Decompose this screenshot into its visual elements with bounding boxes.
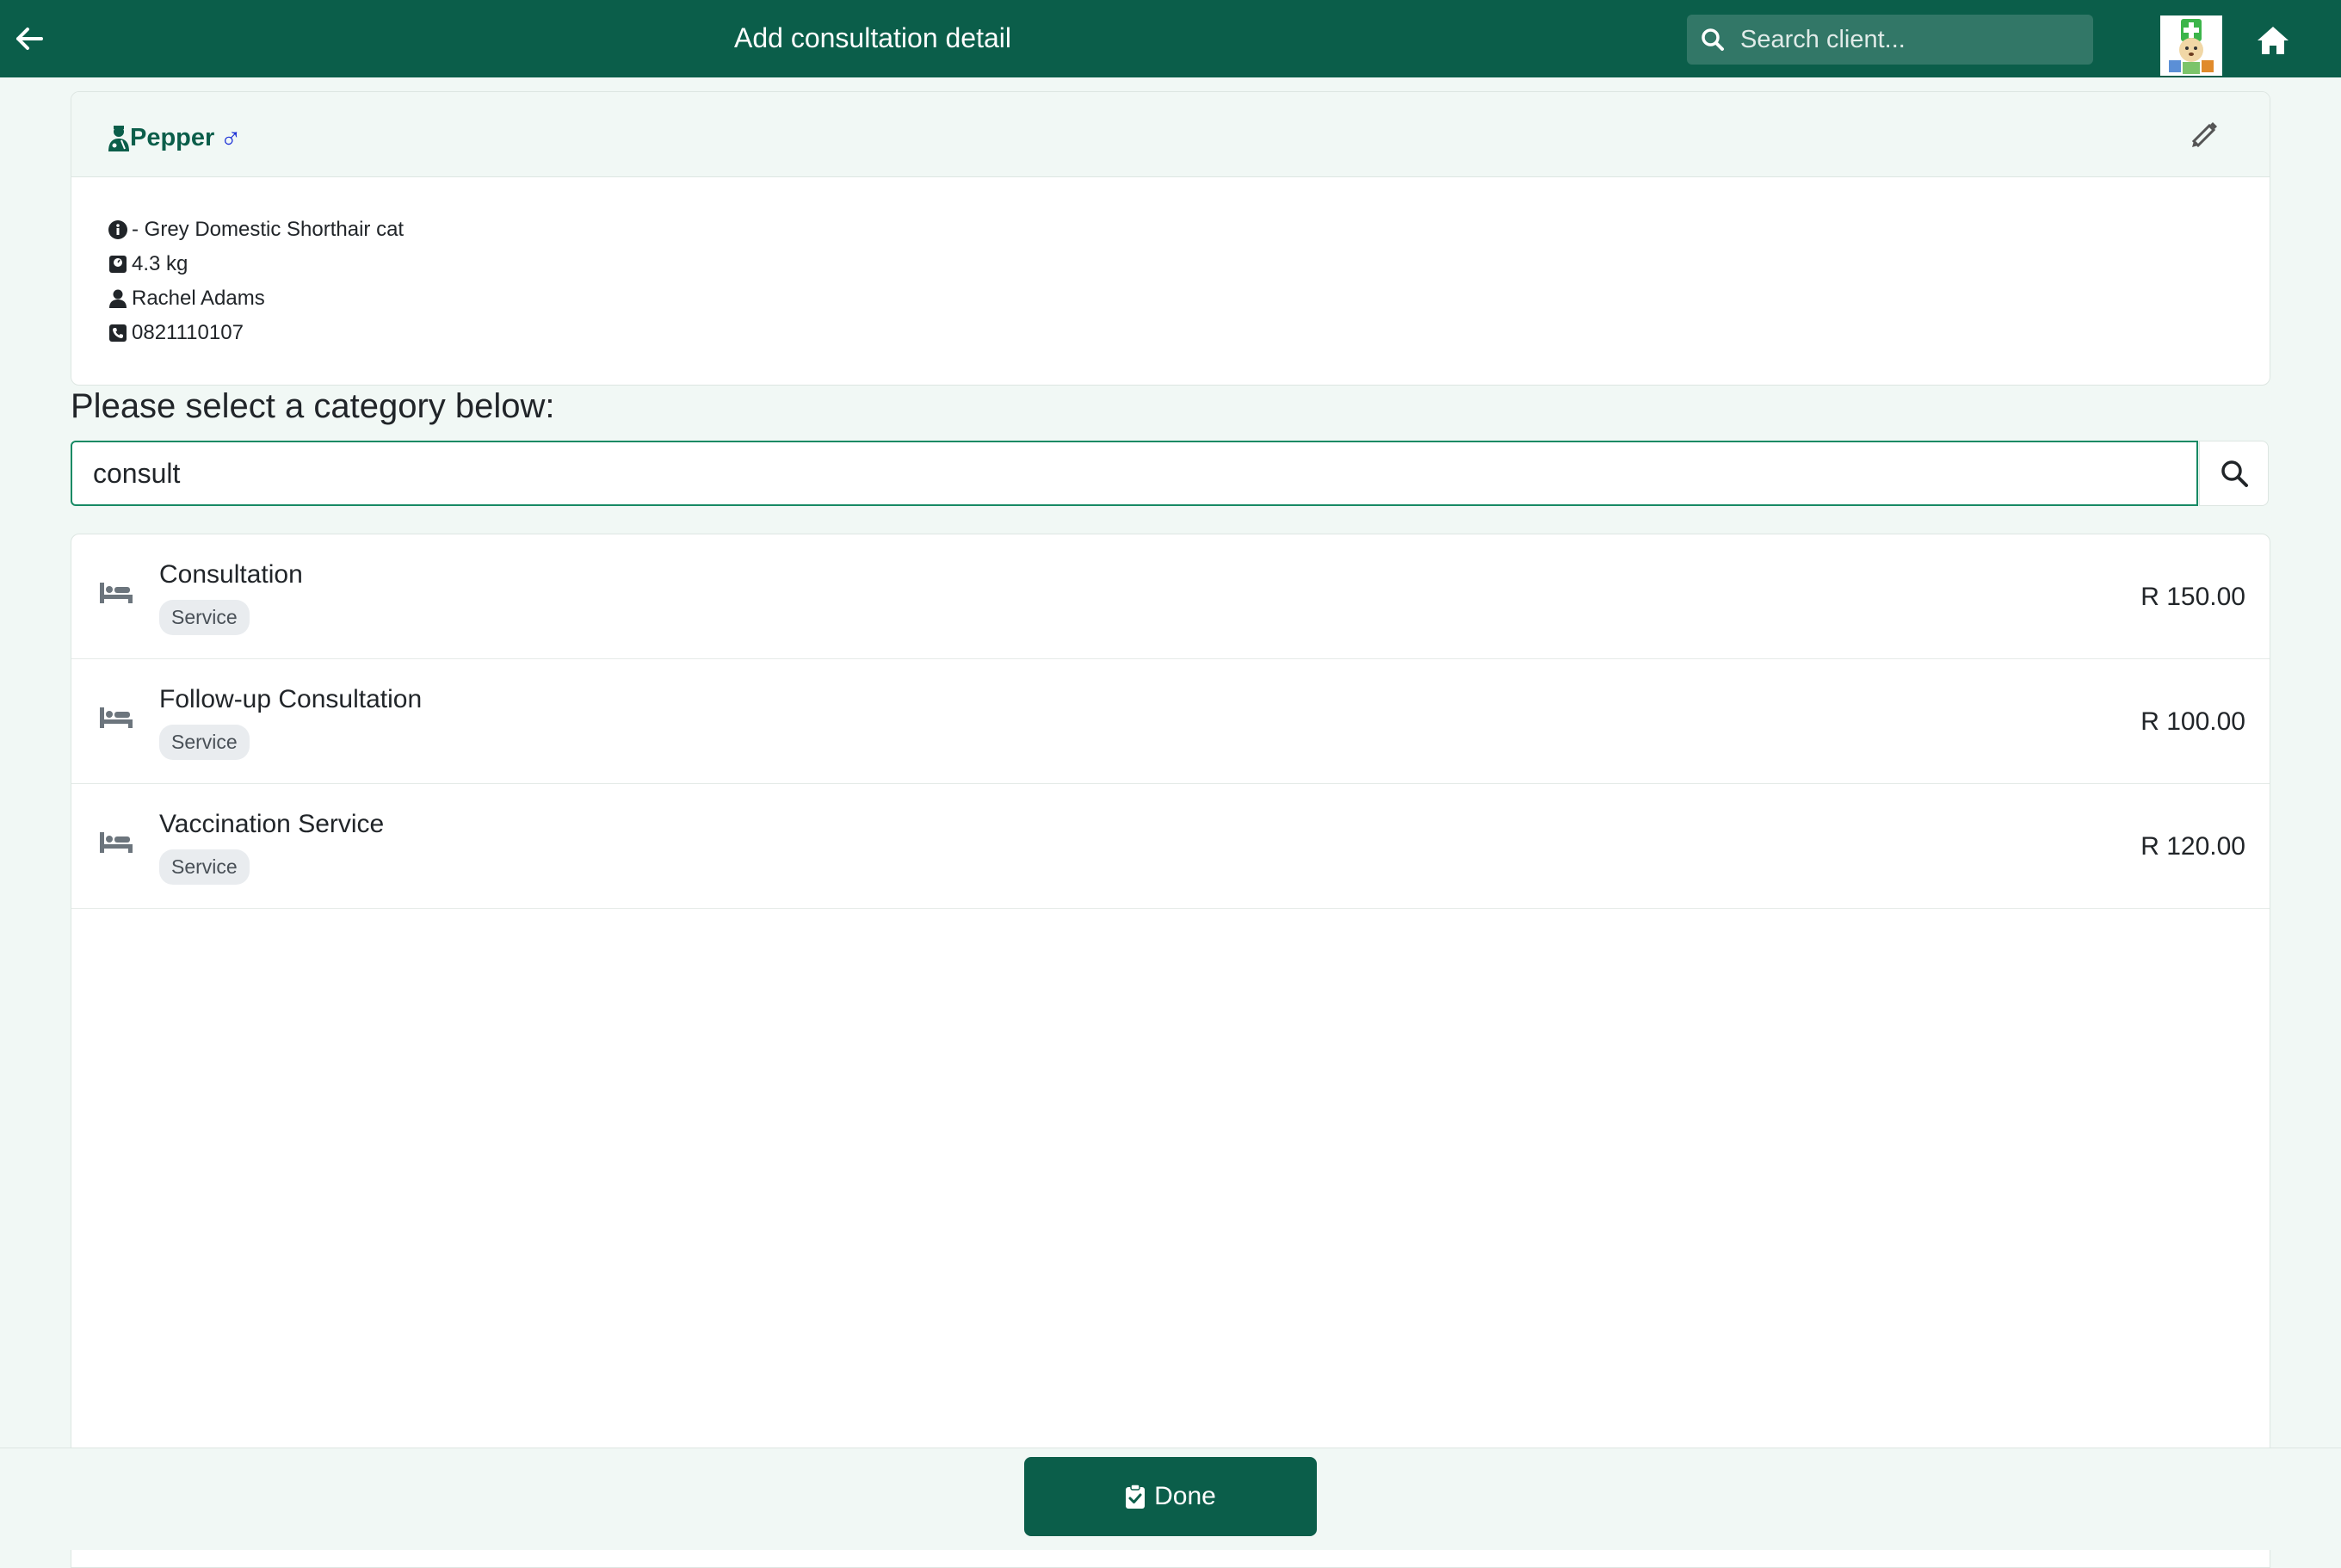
done-button[interactable]: Done bbox=[1024, 1457, 1317, 1536]
weight-scale-icon bbox=[109, 256, 127, 273]
list-item-price: R 100.00 bbox=[2140, 707, 2245, 736]
service-badge: Service bbox=[159, 849, 250, 885]
pet-description-row: - Grey Domestic Shorthair cat bbox=[108, 213, 404, 247]
list-item-price: R 120.00 bbox=[2140, 832, 2245, 861]
client-search-input[interactable] bbox=[1739, 24, 2069, 55]
phone-row: 0821110107 bbox=[108, 316, 404, 350]
pet-weight-row: 4.3 kg bbox=[108, 247, 404, 281]
male-icon: ♂ bbox=[219, 121, 242, 154]
list-item[interactable]: Consultation Service R 150.00 bbox=[71, 534, 2270, 659]
user-icon bbox=[109, 289, 127, 308]
info-circle-icon bbox=[108, 220, 127, 239]
pet-name: Pepper bbox=[130, 124, 215, 151]
footer-bar: Done bbox=[0, 1448, 2341, 1550]
category-search-button[interactable] bbox=[2199, 441, 2269, 506]
category-prompt: Please select a category below: bbox=[71, 387, 555, 425]
list-item[interactable]: Follow-up Consultation Service R 100.00 bbox=[71, 659, 2270, 784]
client-search[interactable] bbox=[1687, 15, 2093, 65]
search-icon bbox=[2221, 460, 2248, 487]
procedure-bed-icon bbox=[100, 707, 133, 728]
clipboard-check-icon bbox=[1126, 1484, 1146, 1509]
vet-person-icon bbox=[108, 125, 129, 151]
list-item-name: Consultation bbox=[159, 560, 303, 589]
done-button-label: Done bbox=[1154, 1482, 1216, 1510]
phone-icon bbox=[109, 324, 127, 342]
owner-phone: 0821110107 bbox=[132, 321, 244, 344]
clinic-logo[interactable] bbox=[2160, 15, 2222, 76]
patient-card: Pepper ♂ - Grey Domestic Shorthair cat 4… bbox=[71, 91, 2270, 386]
service-badge: Service bbox=[159, 725, 250, 760]
owner-name: Rachel Adams bbox=[132, 287, 265, 310]
search-icon bbox=[1702, 28, 1724, 51]
pet-weight: 4.3 kg bbox=[132, 252, 188, 275]
list-item-name: Vaccination Service bbox=[159, 810, 385, 838]
edit-patient-button[interactable] bbox=[2187, 118, 2221, 152]
list-item-price: R 150.00 bbox=[2140, 583, 2245, 611]
arrow-left-icon bbox=[16, 28, 43, 50]
procedure-bed-icon bbox=[100, 583, 133, 603]
results-list: Consultation Service R 150.00 Follow-up … bbox=[71, 534, 2270, 1568]
home-icon bbox=[2258, 27, 2288, 54]
page-title: Add consultation detail bbox=[734, 22, 1011, 53]
list-item-name: Follow-up Consultation bbox=[159, 685, 423, 713]
vet-logo-icon bbox=[2160, 15, 2222, 76]
category-search-input[interactable] bbox=[71, 441, 2198, 506]
pencil-icon bbox=[2191, 122, 2217, 148]
patient-card-header: Pepper ♂ bbox=[71, 92, 2270, 177]
top-bar: Add consultation detail bbox=[0, 0, 2341, 77]
list-item[interactable]: Vaccination Service Service R 120.00 bbox=[71, 784, 2270, 909]
back-button[interactable] bbox=[12, 22, 46, 56]
procedure-bed-icon bbox=[100, 832, 133, 853]
pet-name-heading: Pepper ♂ bbox=[108, 121, 242, 155]
home-button[interactable] bbox=[2254, 22, 2292, 59]
service-badge: Service bbox=[159, 600, 250, 635]
pet-description: - Grey Domestic Shorthair cat bbox=[132, 218, 405, 241]
owner-row: Rachel Adams bbox=[108, 281, 404, 316]
patient-info: - Grey Domestic Shorthair cat 4.3 kg Rac… bbox=[108, 213, 404, 350]
